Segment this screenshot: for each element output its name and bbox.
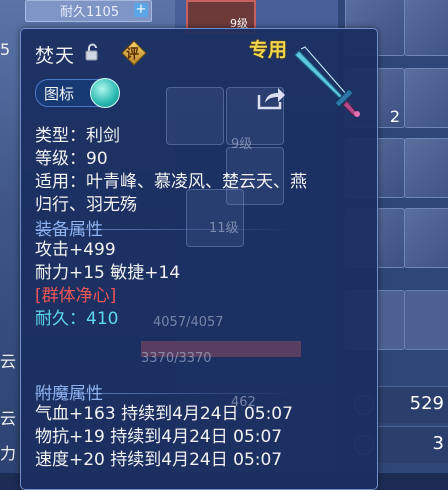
- item-level: 等级：90: [35, 149, 108, 169]
- bag-slot[interactable]: [404, 208, 448, 268]
- bag-slot[interactable]: [404, 138, 448, 198]
- attribute-stats: 耐力+15 敏捷+14: [35, 263, 181, 283]
- bag-slot[interactable]: [404, 68, 448, 128]
- ghost-slot: [166, 87, 224, 145]
- bag-slot-empty[interactable]: [404, 290, 448, 350]
- left-edge-text: 云: [0, 352, 17, 371]
- enchant-line: 物抗+19 持续到4月24日 05:07: [35, 427, 283, 447]
- review-label: 评: [126, 47, 140, 62]
- equip-section-title: 装备属性: [35, 220, 103, 240]
- exclusive-label: 专用: [249, 39, 288, 61]
- attack-stat: 攻击+499: [35, 240, 116, 260]
- faint-level: 9级: [231, 137, 253, 152]
- durability-label: 耐久1105: [60, 5, 120, 20]
- item-type: 类型：利剑: [35, 126, 120, 146]
- faint-level: 11级: [209, 221, 239, 236]
- currency-value: 529: [409, 393, 444, 414]
- left-edge-text: 5: [0, 40, 11, 59]
- left-edge-text: 云: [0, 409, 17, 428]
- faint-hp: 4057/4057: [153, 315, 224, 330]
- item-applicable: 适用：叶青峰、慕凌风、楚云天、燕: [35, 172, 307, 192]
- durability-plus-button[interactable]: +: [134, 3, 148, 17]
- item-name: 焚天: [35, 45, 76, 67]
- lock-icon[interactable]: [84, 43, 102, 61]
- faint-mp: 3370/3370: [141, 351, 212, 366]
- durability-bar: 耐久1105 +: [25, 0, 152, 22]
- icon-toggle[interactable]: 图标: [35, 78, 120, 108]
- left-edge-text: 力: [0, 444, 17, 463]
- durability-stat: 耐久：410: [35, 309, 119, 329]
- icon-toggle-label: 图标: [44, 85, 75, 103]
- item-tooltip: 9级 11级 4057/4057 3370/3370 462 焚天 评 专用 图…: [20, 28, 378, 490]
- review-icon[interactable]: 评: [121, 40, 147, 66]
- enchant-section-title: 附魔属性: [35, 384, 103, 404]
- special-effect: [群体净心]: [35, 286, 117, 306]
- bag-slot-count: 2: [389, 107, 400, 126]
- enchant-line: 气血+163 持续到4月24日 05:07: [35, 404, 293, 424]
- enchant-line: 速度+20 持续到4月24日 05:07: [35, 450, 283, 470]
- item-applicable-cont: 归行、羽无殇: [35, 195, 137, 215]
- toggle-knob: [90, 78, 120, 108]
- share-icon[interactable]: [256, 85, 286, 111]
- sword-icon: [294, 46, 360, 117]
- currency-value: 3: [432, 433, 444, 454]
- bag-slot[interactable]: [404, 0, 448, 56]
